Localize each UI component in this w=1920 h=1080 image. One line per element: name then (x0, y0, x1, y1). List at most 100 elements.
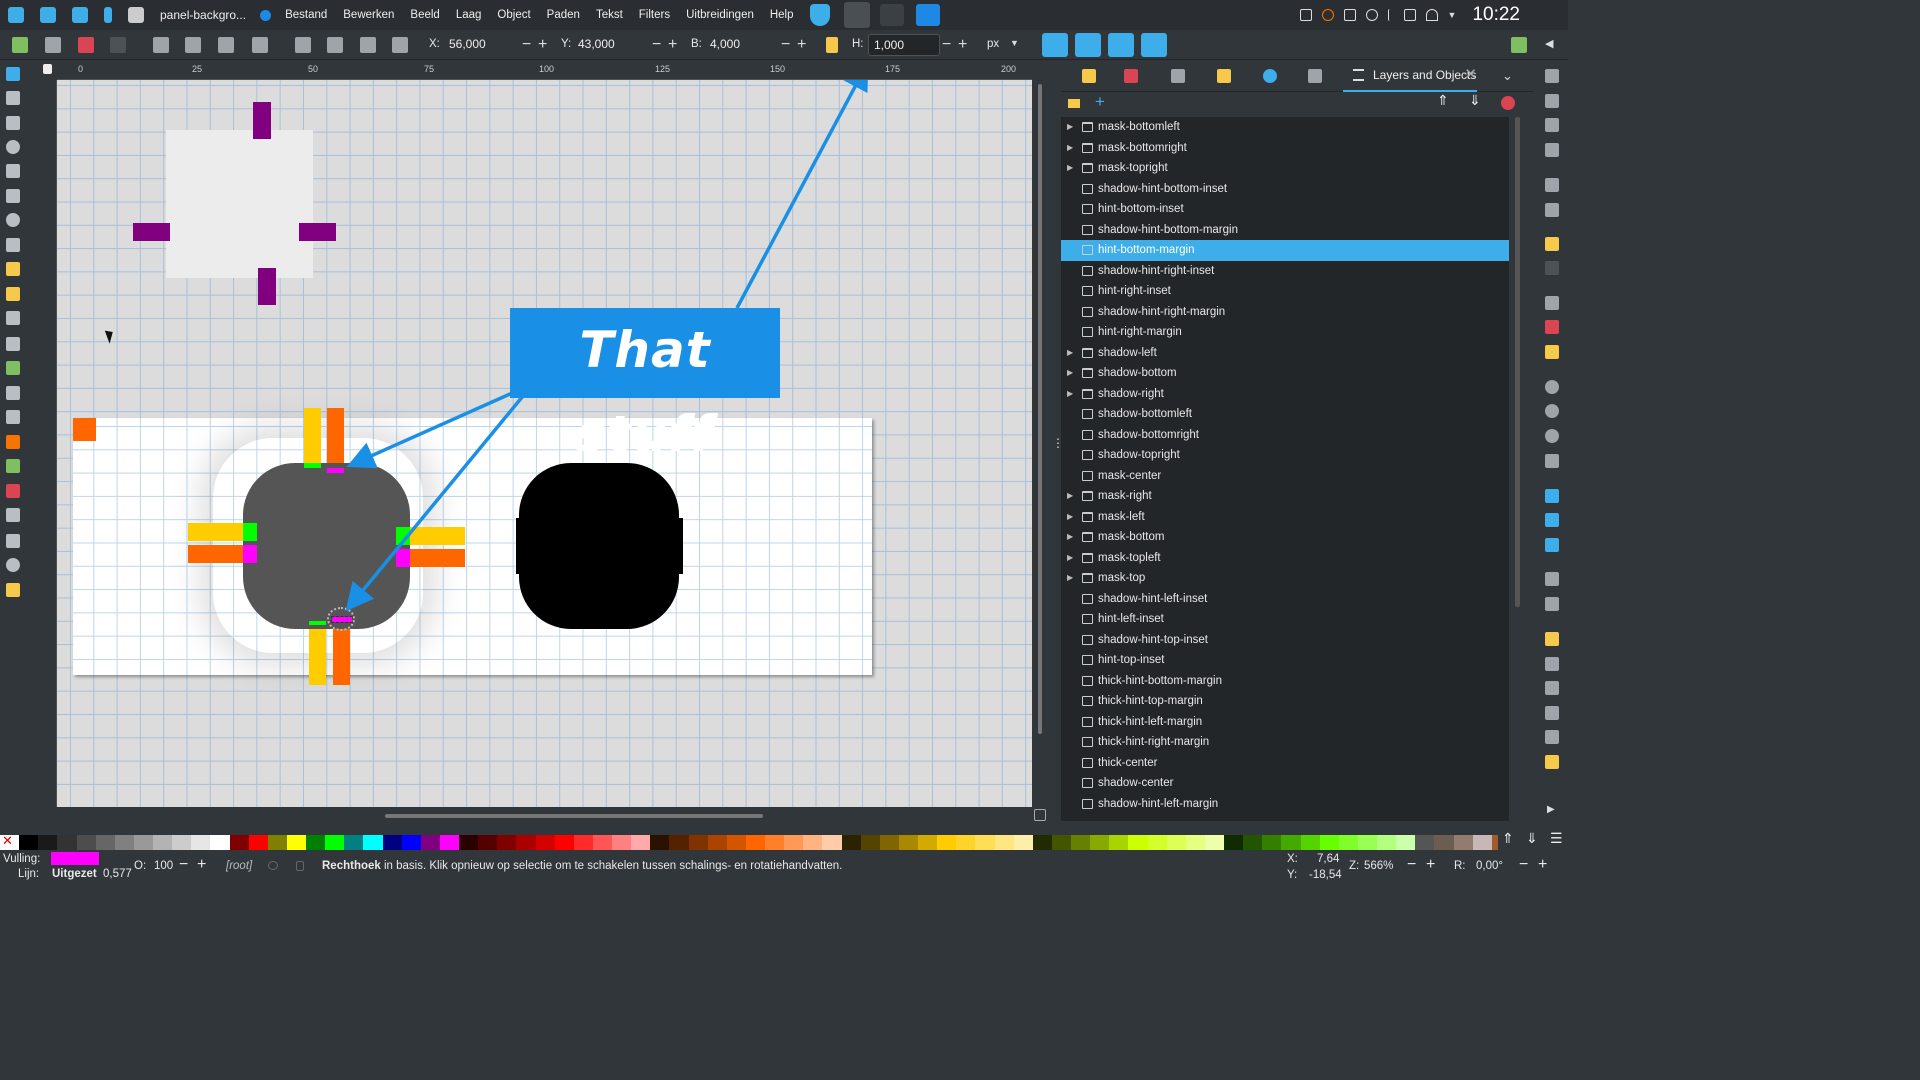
palette-swatch[interactable] (325, 835, 345, 850)
tweak-tool-icon[interactable] (6, 435, 20, 449)
tray-expand-icon[interactable]: ▼ (1448, 10, 1457, 20)
palette-swatch[interactable] (765, 835, 785, 850)
palette-swatch[interactable] (822, 835, 842, 850)
select-all-icon[interactable] (12, 37, 28, 53)
palette-swatch[interactable] (975, 835, 995, 850)
expand-arrow-icon[interactable]: ▶ (1067, 117, 1073, 138)
mask-shape-right-tab[interactable] (677, 518, 683, 574)
purple-hint-right[interactable] (299, 223, 336, 241)
palette-swatch[interactable] (516, 835, 536, 850)
palette-swatch[interactable] (38, 835, 58, 850)
layer-item[interactable]: hint-right-inset (1061, 281, 1509, 302)
palette-swatch[interactable] (133, 835, 153, 850)
expand-arrow-icon[interactable]: ▶ (1067, 138, 1073, 159)
y-input[interactable]: 43,000 (573, 34, 650, 56)
palette-swatch[interactable] (803, 835, 823, 850)
settings-window-icon[interactable] (879, 4, 904, 26)
palette-swatch[interactable] (1204, 835, 1224, 850)
scale-stroke-toggle[interactable] (1042, 33, 1068, 57)
palette-swatch[interactable] (745, 835, 765, 850)
palette-swatch[interactable] (573, 835, 593, 850)
save-document-icon[interactable] (1545, 118, 1559, 132)
fill-stroke-tab-icon[interactable] (1082, 69, 1096, 83)
palette-swatch[interactable] (229, 835, 249, 850)
thick-hint-left-margin[interactable] (188, 523, 248, 541)
zoom-plus-button[interactable]: + (1426, 856, 1435, 874)
callout-text-box[interactable]: That stuff (510, 308, 780, 463)
layer-item[interactable]: ▶ shadow-left (1061, 343, 1509, 364)
lower-to-bottom-icon[interactable] (392, 37, 408, 53)
close-tab-icon[interactable]: ✕ (1464, 60, 1477, 90)
mask-shape-left-tab[interactable] (516, 518, 522, 574)
palette-swatch[interactable] (114, 835, 134, 850)
x-minus-button[interactable]: − (522, 34, 531, 56)
palette-swatch[interactable] (1032, 835, 1052, 850)
paste-icon[interactable] (1545, 345, 1559, 359)
rotation-input[interactable]: 0,00° (1476, 860, 1503, 872)
hint-top-inset-green[interactable] (304, 463, 321, 468)
mask-shape-black[interactable] (519, 463, 679, 629)
expand-arrow-icon[interactable]: ▶ (1067, 568, 1073, 589)
preview-background-rect[interactable] (166, 130, 313, 278)
3d-box-tool-icon[interactable] (6, 189, 20, 203)
vertical-ruler[interactable] (40, 80, 57, 807)
opacity-minus-button[interactable]: − (179, 856, 188, 874)
files-window-icon[interactable] (915, 4, 940, 26)
notes-tray-icon[interactable] (1299, 9, 1312, 21)
panel-shape-gray[interactable] (243, 463, 410, 629)
palette-swatch[interactable] (401, 835, 421, 850)
palette-swatch[interactable] (1166, 835, 1186, 850)
rectangle-tool-icon[interactable] (6, 116, 20, 130)
display-mode-icon[interactable] (1034, 809, 1046, 821)
fill-swatch[interactable] (51, 852, 99, 865)
fill-stroke-icon[interactable] (1545, 632, 1559, 646)
layer-item[interactable]: thick-hint-bottom-margin (1061, 671, 1509, 692)
spiral-tool-icon[interactable] (6, 213, 20, 227)
delete-layer-icon[interactable] (1501, 96, 1515, 110)
import-icon[interactable] (1545, 178, 1559, 192)
palette-swatch[interactable] (172, 835, 192, 850)
browser-shield-icon[interactable] (809, 4, 830, 26)
thick-hint-top-margin[interactable] (304, 408, 321, 466)
music-icon[interactable] (104, 7, 112, 23)
y-plus-button[interactable]: + (668, 34, 677, 56)
hint-left-inset-green[interactable] (243, 523, 257, 541)
palette-swatch[interactable] (267, 835, 287, 850)
select-all-layers-icon[interactable] (45, 37, 61, 53)
expand-arrow-icon[interactable]: ▶ (1067, 363, 1073, 384)
raise-to-top-icon[interactable] (295, 37, 311, 53)
menu-uitbreidingen[interactable]: Uitbreidingen (678, 9, 762, 21)
palette-swatch[interactable] (210, 835, 230, 850)
expand-commands-icon[interactable]: ▶ (1547, 804, 1555, 815)
home-folder-icon[interactable] (72, 7, 88, 23)
unlink-clone-icon[interactable] (1545, 538, 1559, 552)
page[interactable] (73, 408, 872, 685)
dropper-tool-icon[interactable] (6, 386, 20, 400)
height-plus-button[interactable]: + (958, 34, 967, 56)
layer-item[interactable]: shadow-topright (1061, 445, 1509, 466)
connector-tool-icon[interactable] (6, 508, 20, 522)
cut-icon[interactable] (1545, 320, 1559, 334)
align-icon[interactable] (1545, 730, 1559, 744)
hint-left-margin[interactable] (188, 545, 248, 563)
expand-arrow-icon[interactable]: ▶ (1067, 486, 1073, 507)
layer-item[interactable]: thick-hint-right-margin (1061, 732, 1509, 753)
find-tab-icon[interactable] (1263, 69, 1277, 83)
y-minus-button[interactable]: − (652, 34, 661, 56)
palette-swatch[interactable] (1281, 835, 1301, 850)
layer-visibility-icon[interactable] (268, 861, 278, 870)
menu-help[interactable]: Help (762, 9, 802, 21)
move-up-icon[interactable]: ⇑ (1437, 92, 1449, 109)
palette-up-icon[interactable]: ⇑ (1502, 830, 1514, 847)
media-tray-icon[interactable] (1365, 9, 1378, 21)
hint-bottom-inset-green[interactable] (309, 621, 326, 625)
palette-swatch[interactable] (344, 835, 364, 850)
palette-swatch[interactable] (612, 835, 632, 850)
text-font-tab-icon[interactable] (1171, 69, 1185, 83)
zoom-tool-icon[interactable] (6, 558, 20, 572)
palette-swatch[interactable] (1377, 835, 1397, 850)
preferences-icon[interactable] (1545, 755, 1559, 769)
opacity-plus-button[interactable]: + (197, 856, 206, 874)
palette-swatch[interactable] (726, 835, 746, 850)
hint-bottom-margin-rect[interactable] (333, 623, 350, 685)
